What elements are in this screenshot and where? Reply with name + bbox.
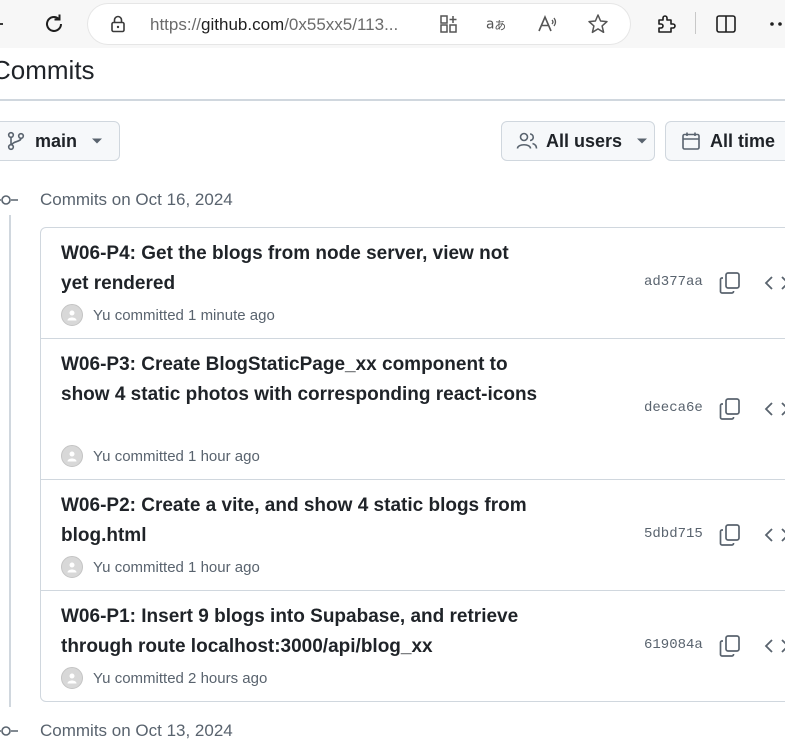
back-icon[interactable] (0, 8, 10, 40)
reload-icon[interactable] (38, 8, 70, 40)
commit-message-link[interactable]: W06-P1: Insert 9 blogs into Supabase, an… (61, 602, 541, 662)
translate-icon[interactable]: aあ (486, 13, 508, 35)
commit-meta: Yu committed 1 minute ago (61, 304, 275, 326)
copy-icon[interactable] (718, 397, 742, 421)
commit-meta: Yu committed 1 hour ago (61, 556, 260, 578)
calendar-icon (680, 130, 702, 152)
svg-text:あ: あ (494, 19, 506, 33)
browser-toolbar: https://github.com/0x55xx5/113... aあ (0, 0, 785, 48)
commit-node-icon (0, 726, 18, 736)
commit-author[interactable]: Yu (93, 448, 111, 465)
commit-time: committed 1 minute ago (114, 306, 275, 324)
users-filter-label: All users (546, 130, 623, 151)
commit-author[interactable]: Yu (93, 670, 111, 687)
commit-node-icon (0, 195, 18, 205)
commit-author[interactable]: Yu (93, 559, 111, 576)
toolbar-separator (695, 12, 696, 34)
commit-message-link[interactable]: W06-P4: Get the blogs from node server, … (61, 239, 541, 299)
git-branch-icon (5, 130, 27, 152)
extensions-icon[interactable] (650, 8, 682, 40)
more-icon[interactable] (764, 8, 785, 40)
commit-row: W06-P4: Get the blogs from node server, … (41, 228, 785, 339)
commit-sha-link[interactable]: 619084a (644, 637, 703, 653)
timeline-line (9, 215, 11, 707)
page-title: Commits (0, 55, 95, 85)
commit-list: W06-P4: Get the blogs from node server, … (40, 227, 785, 702)
people-icon (516, 130, 538, 152)
copy-icon[interactable] (718, 523, 742, 547)
commit-row: W06-P3: Create BlogStaticPage_xx compone… (41, 339, 785, 480)
commit-row: W06-P1: Insert 9 blogs into Supabase, an… (41, 591, 785, 701)
chevron-down-icon (637, 138, 648, 144)
chevron-down-icon (92, 138, 103, 144)
lock-icon[interactable] (108, 14, 128, 34)
time-filter-label: All time (710, 130, 776, 151)
app-grid-icon[interactable] (438, 13, 460, 35)
avatar[interactable] (61, 304, 83, 326)
commit-meta: Yu committed 1 hour ago (61, 445, 260, 467)
commit-message-link[interactable]: W06-P3: Create BlogStaticPage_xx compone… (61, 350, 541, 410)
favorite-star-icon[interactable] (587, 13, 609, 35)
copy-icon[interactable] (718, 634, 742, 658)
browse-code-icon[interactable] (763, 397, 785, 421)
split-screen-icon[interactable] (710, 8, 742, 40)
avatar[interactable] (61, 556, 83, 578)
branch-selector-button[interactable]: main (0, 121, 120, 161)
browse-code-icon[interactable] (763, 634, 785, 658)
commit-author[interactable]: Yu (93, 307, 111, 324)
read-aloud-icon[interactable] (537, 13, 559, 35)
commit-time: committed 2 hours ago (114, 669, 268, 687)
title-divider (0, 99, 785, 101)
commit-time: committed 1 hour ago (114, 558, 260, 576)
commit-meta: Yu committed 2 hours ago (61, 667, 267, 689)
commit-sha-link[interactable]: ad377aa (644, 274, 703, 290)
commit-row: W06-P2: Create a vite, and show 4 static… (41, 480, 785, 591)
browse-code-icon[interactable] (763, 523, 785, 547)
address-bar[interactable]: https://github.com/0x55xx5/113... aあ (88, 4, 630, 44)
copy-icon[interactable] (718, 271, 742, 295)
commit-sha-link[interactable]: 5dbd715 (644, 526, 703, 542)
branch-label: main (35, 130, 78, 151)
avatar[interactable] (61, 667, 83, 689)
time-filter-button[interactable]: All time (665, 121, 785, 161)
svg-text:a: a (486, 17, 494, 33)
commit-group-heading: Commits on Oct 16, 2024 (40, 190, 233, 209)
avatar[interactable] (61, 445, 83, 467)
commit-time: committed 1 hour ago (114, 447, 260, 465)
commit-sha-link[interactable]: deeca6e (644, 400, 703, 416)
commit-group-heading: Commits on Oct 13, 2024 (40, 721, 233, 740)
commit-message-link[interactable]: W06-P2: Create a vite, and show 4 static… (61, 491, 541, 551)
browse-code-icon[interactable] (763, 271, 785, 295)
users-filter-button[interactable]: All users (501, 121, 655, 161)
url-text[interactable]: https://github.com/0x55xx5/113... (150, 15, 412, 35)
